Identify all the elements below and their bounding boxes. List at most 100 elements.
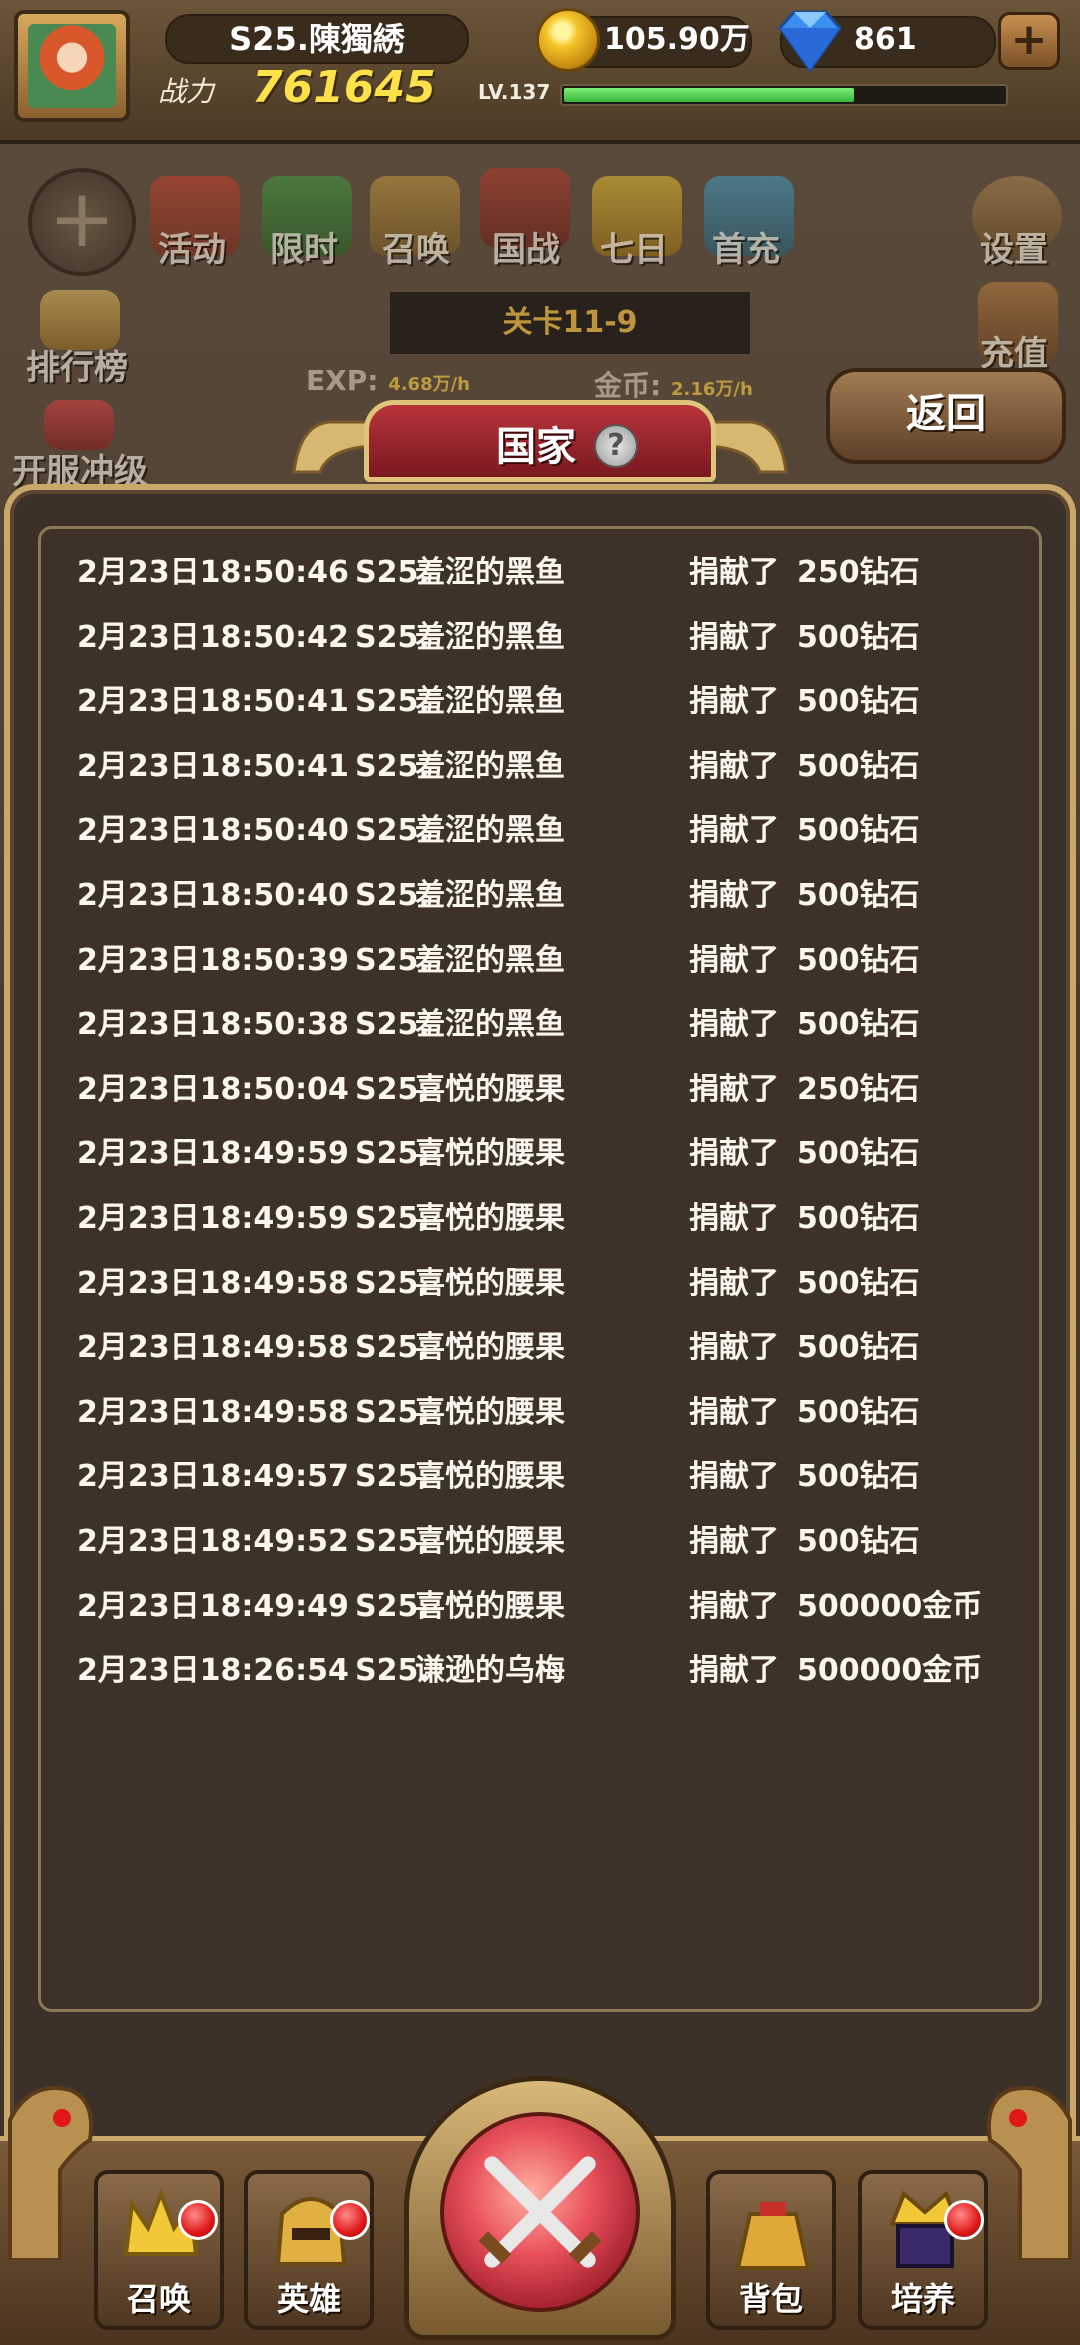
- expand-menu-button[interactable]: +: [28, 168, 136, 276]
- help-icon[interactable]: ?: [594, 424, 638, 468]
- log-amount: 500钻石: [797, 1136, 920, 1172]
- log-row: 2月23日18:50:40 S25.羞涩的黑鱼 捐献了 500钻石: [77, 799, 1037, 864]
- log-time: 2月23日18:50:42: [77, 619, 349, 655]
- nav-train-button[interactable]: 培养: [858, 2170, 988, 2330]
- log-amount: 500000金币: [797, 1653, 983, 1689]
- log-verb: 捐献了: [689, 555, 779, 590]
- log-server: S25.: [355, 1200, 430, 1236]
- log-donor-name: 羞涩的黑鱼: [415, 555, 565, 590]
- log-server: S25.: [355, 1007, 430, 1043]
- log-amount: 500钻石: [797, 1523, 920, 1559]
- log-verb: 捐献了: [689, 1200, 779, 1236]
- return-button[interactable]: 返回: [826, 368, 1066, 464]
- log-donor-name: 喜悦的腰果: [415, 1071, 565, 1107]
- add-currency-button[interactable]: +: [998, 12, 1060, 70]
- log-donor-name: 喜悦的腰果: [415, 1136, 565, 1172]
- log-donor-name: 喜悦的腰果: [415, 1459, 565, 1495]
- log-server: S25.: [355, 1653, 430, 1689]
- log-server: S25.: [355, 619, 430, 655]
- log-scroll-mask: [41, 1791, 1039, 2009]
- player-name: S25.陳獨綉: [165, 14, 469, 64]
- menu-label-settings: 设置: [980, 230, 1048, 270]
- log-time: 2月23日18:26:54: [77, 1653, 349, 1689]
- log-time: 2月23日18:50:38: [77, 1007, 349, 1043]
- log-verb: 捐献了: [689, 1653, 779, 1689]
- bag-icon: [735, 2202, 811, 2270]
- log-time: 2月23日18:50:41: [77, 748, 349, 784]
- menu-label-summon: 召唤: [382, 230, 450, 270]
- log-row: 2月23日18:50:46 S25.羞涩的黑鱼 捐献了 250钻石: [77, 541, 1037, 606]
- player-level: LV.137: [478, 80, 551, 104]
- log-amount: 500钻石: [797, 1007, 920, 1043]
- log-verb: 捐献了: [689, 1007, 779, 1043]
- summon-notification-badge: [178, 2200, 218, 2240]
- gold-rate-label: 金币:: [594, 369, 662, 402]
- log-time: 2月23日18:49:58: [77, 1394, 349, 1430]
- log-amount: 500钻石: [797, 684, 920, 720]
- log-donor-name: 喜悦的腰果: [415, 1523, 565, 1559]
- donation-log-list: 2月23日18:50:46 S25.羞涩的黑鱼 捐献了 250钻石 2月23日18:50…: [77, 541, 1037, 1704]
- exp-progress-fill: [564, 88, 855, 102]
- nav-summon-label: 召唤: [126, 2280, 191, 2318]
- log-verb: 捐献了: [689, 942, 779, 978]
- log-row: 2月23日18:49:57 S25.喜悦的腰果 捐献了 500钻石: [77, 1445, 1037, 1510]
- log-donor-name: 谦逊的乌梅: [415, 1653, 565, 1689]
- log-amount: 500钻石: [797, 877, 920, 913]
- log-verb: 捐献了: [689, 684, 779, 720]
- log-time: 2月23日18:50:39: [77, 942, 349, 978]
- nav-summon-button[interactable]: 召唤: [94, 2170, 224, 2330]
- log-row: 2月23日18:49:58 S25.喜悦的腰果 捐献了 500钻石: [77, 1316, 1037, 1381]
- log-server: S25.: [355, 1588, 430, 1624]
- log-time: 2月23日18:49:57: [77, 1459, 349, 1495]
- log-row: 2月23日18:49:58 S25.喜悦的腰果 捐献了 500钻石: [77, 1381, 1037, 1446]
- diamond-amount: 861: [854, 22, 917, 57]
- log-verb: 捐献了: [689, 1136, 779, 1172]
- level-up-icon: [44, 400, 114, 450]
- menu-label-first-recharge: 首充: [712, 230, 780, 270]
- stage-name[interactable]: 关卡11-9: [390, 292, 750, 354]
- log-time: 2月23日18:50:41: [77, 684, 349, 720]
- log-time: 2月23日18:49:58: [77, 1265, 349, 1301]
- nav-bag-label: 背包: [738, 2280, 803, 2318]
- log-server: S25.: [355, 684, 430, 720]
- log-amount: 250钻石: [797, 1071, 920, 1107]
- nav-bag-button[interactable]: 背包: [706, 2170, 836, 2330]
- log-verb: 捐献了: [689, 748, 779, 784]
- log-time: 2月23日18:49:58: [77, 1330, 349, 1366]
- log-row: 2月23日18:50:40 S25.羞涩的黑鱼 捐献了 500钻石: [77, 864, 1037, 929]
- log-verb: 捐献了: [689, 1330, 779, 1366]
- log-donor-name: 喜悦的腰果: [415, 1265, 565, 1301]
- log-amount: 500钻石: [797, 1265, 920, 1301]
- log-amount: 500钻石: [797, 1394, 920, 1430]
- log-server: S25.: [355, 942, 430, 978]
- log-row: 2月23日18:26:54 S25.谦逊的乌梅 捐献了 500000金币: [77, 1639, 1037, 1704]
- log-row: 2月23日18:50:41 S25.羞涩的黑鱼 捐献了 500钻石: [77, 670, 1037, 735]
- log-server: S25.: [355, 1523, 430, 1559]
- log-time: 2月23日18:50:04: [77, 1071, 349, 1107]
- log-verb: 捐献了: [689, 1071, 779, 1107]
- log-server: S25.: [355, 1265, 430, 1301]
- log-server: S25.: [355, 1136, 430, 1172]
- log-donor-name: 喜悦的腰果: [415, 1588, 565, 1624]
- log-donor-name: 喜悦的腰果: [415, 1200, 565, 1236]
- nav-train-label: 培养: [890, 2280, 955, 2318]
- log-time: 2月23日18:50:46: [77, 555, 349, 590]
- nav-heroes-button[interactable]: 英雄: [244, 2170, 374, 2330]
- log-amount: 500钻石: [797, 1330, 920, 1366]
- log-donor-name: 羞涩的黑鱼: [415, 813, 565, 849]
- log-donor-name: 羞涩的黑鱼: [415, 748, 565, 784]
- exp-rate: EXP: 4.68万/h: [306, 364, 470, 397]
- log-verb: 捐献了: [689, 1265, 779, 1301]
- log-time: 2月23日18:49:49: [77, 1588, 349, 1624]
- menu-label-nation-war: 国战: [492, 230, 560, 270]
- menu-label-activity: 活动: [158, 230, 226, 270]
- log-time: 2月23日18:49:52: [77, 1523, 349, 1559]
- log-verb: 捐献了: [689, 813, 779, 849]
- log-verb: 捐献了: [689, 1459, 779, 1495]
- log-time: 2月23日18:49:59: [77, 1136, 349, 1172]
- log-row: 2月23日18:49:58 S25.喜悦的腰果 捐献了 500钻石: [77, 1252, 1037, 1317]
- battle-button[interactable]: [440, 2112, 640, 2312]
- log-amount: 250钻石: [797, 555, 920, 590]
- donation-log[interactable]: 2月23日18:50:46 S25.羞涩的黑鱼 捐献了 250钻石 2月23日18:50…: [38, 526, 1042, 2012]
- player-avatar[interactable]: [14, 10, 130, 122]
